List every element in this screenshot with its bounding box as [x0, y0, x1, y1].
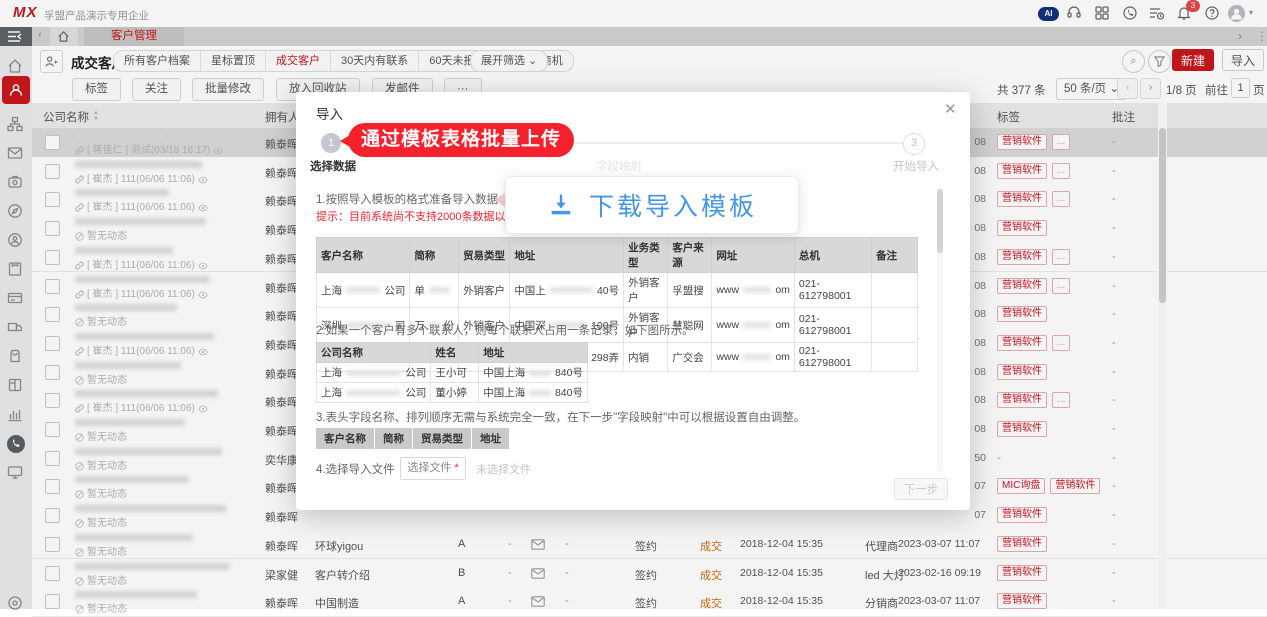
sample1-header: 业务类型 [624, 238, 668, 273]
next-step-button[interactable]: 下一步 [894, 478, 948, 500]
close-icon[interactable]: ✕ [944, 100, 957, 118]
sample2-row: 上海公司王小可中国上海840号 [317, 363, 588, 383]
instruction-4: 4.选择导入文件 [316, 461, 395, 477]
upload-callout-banner: 通过模板表格批量上传 [348, 123, 574, 157]
sample2-header: 姓名 [431, 343, 479, 363]
step2-label: 字段映射 [596, 158, 642, 174]
sample1-header: 总机 [794, 238, 871, 273]
sample1-header: 贸易类型 [459, 238, 510, 273]
sample-table-contacts: 公司名称姓名地址上海公司王小可中国上海840号上海公司董小婷中国上海840号 [316, 342, 588, 403]
sample1-header: 客户名称 [317, 238, 410, 273]
download-tooltip-label: 下载导入模板 [589, 187, 757, 223]
sample1-row: 上海公司单外销客户中国上40号外销客户孚盟搜wwwom021-612798001 [317, 273, 918, 308]
choose-file-button[interactable]: 选择文件 * [400, 457, 466, 480]
sample1-header: 网址 [712, 238, 795, 273]
download-template-tooltip[interactable]: 下载导入模板 [505, 176, 799, 234]
step1-label: 选择数据 [310, 158, 356, 174]
page-scrollbar[interactable] [1158, 103, 1167, 609]
instruction-3: 3.表头字段名称、排列顺序无需与系统完全一致，在下一步"字段映射"中可以根据设置… [316, 409, 805, 425]
sample2-header: 公司名称 [317, 343, 431, 363]
header-chip: 地址 [472, 428, 509, 449]
import-modal: 导入 ✕ 1 选择数据 字段映射 3 开始导入 通过模板表格批量上传 1.按照导… [296, 92, 970, 510]
sample-header-chips: 客户名称简称贸易类型地址 [316, 428, 509, 449]
step3-label: 开始导入 [893, 158, 939, 174]
no-file-text: 未选择文件 [476, 461, 531, 477]
required-asterisk: * [454, 462, 458, 474]
header-chip: 简称 [375, 428, 412, 449]
step3-circle: 3 [903, 133, 925, 155]
header-chip: 贸易类型 [413, 428, 471, 449]
sample1-header: 地址 [510, 238, 624, 273]
sample1-header: 客户来源 [668, 238, 712, 273]
header-chip: 客户名称 [316, 428, 374, 449]
modal-scrollbar-thumb[interactable] [937, 189, 943, 253]
modal-title: 导入 [316, 103, 343, 123]
instruction-2: 2.如果一个客户有多个联系人，则每个联系人占用一条记录，如下图所示。 [316, 322, 694, 338]
modal-scrollbar[interactable] [937, 187, 943, 472]
sample1-header: 备注 [872, 238, 918, 273]
sample2-header: 地址 [479, 343, 588, 363]
sample2-row: 上海公司董小婷中国上海840号 [317, 383, 588, 403]
download-icon [547, 191, 575, 219]
step1-circle: 1 [321, 133, 341, 153]
scrollbar-thumb[interactable] [1159, 128, 1166, 303]
sample1-header: 简称 [410, 238, 459, 273]
